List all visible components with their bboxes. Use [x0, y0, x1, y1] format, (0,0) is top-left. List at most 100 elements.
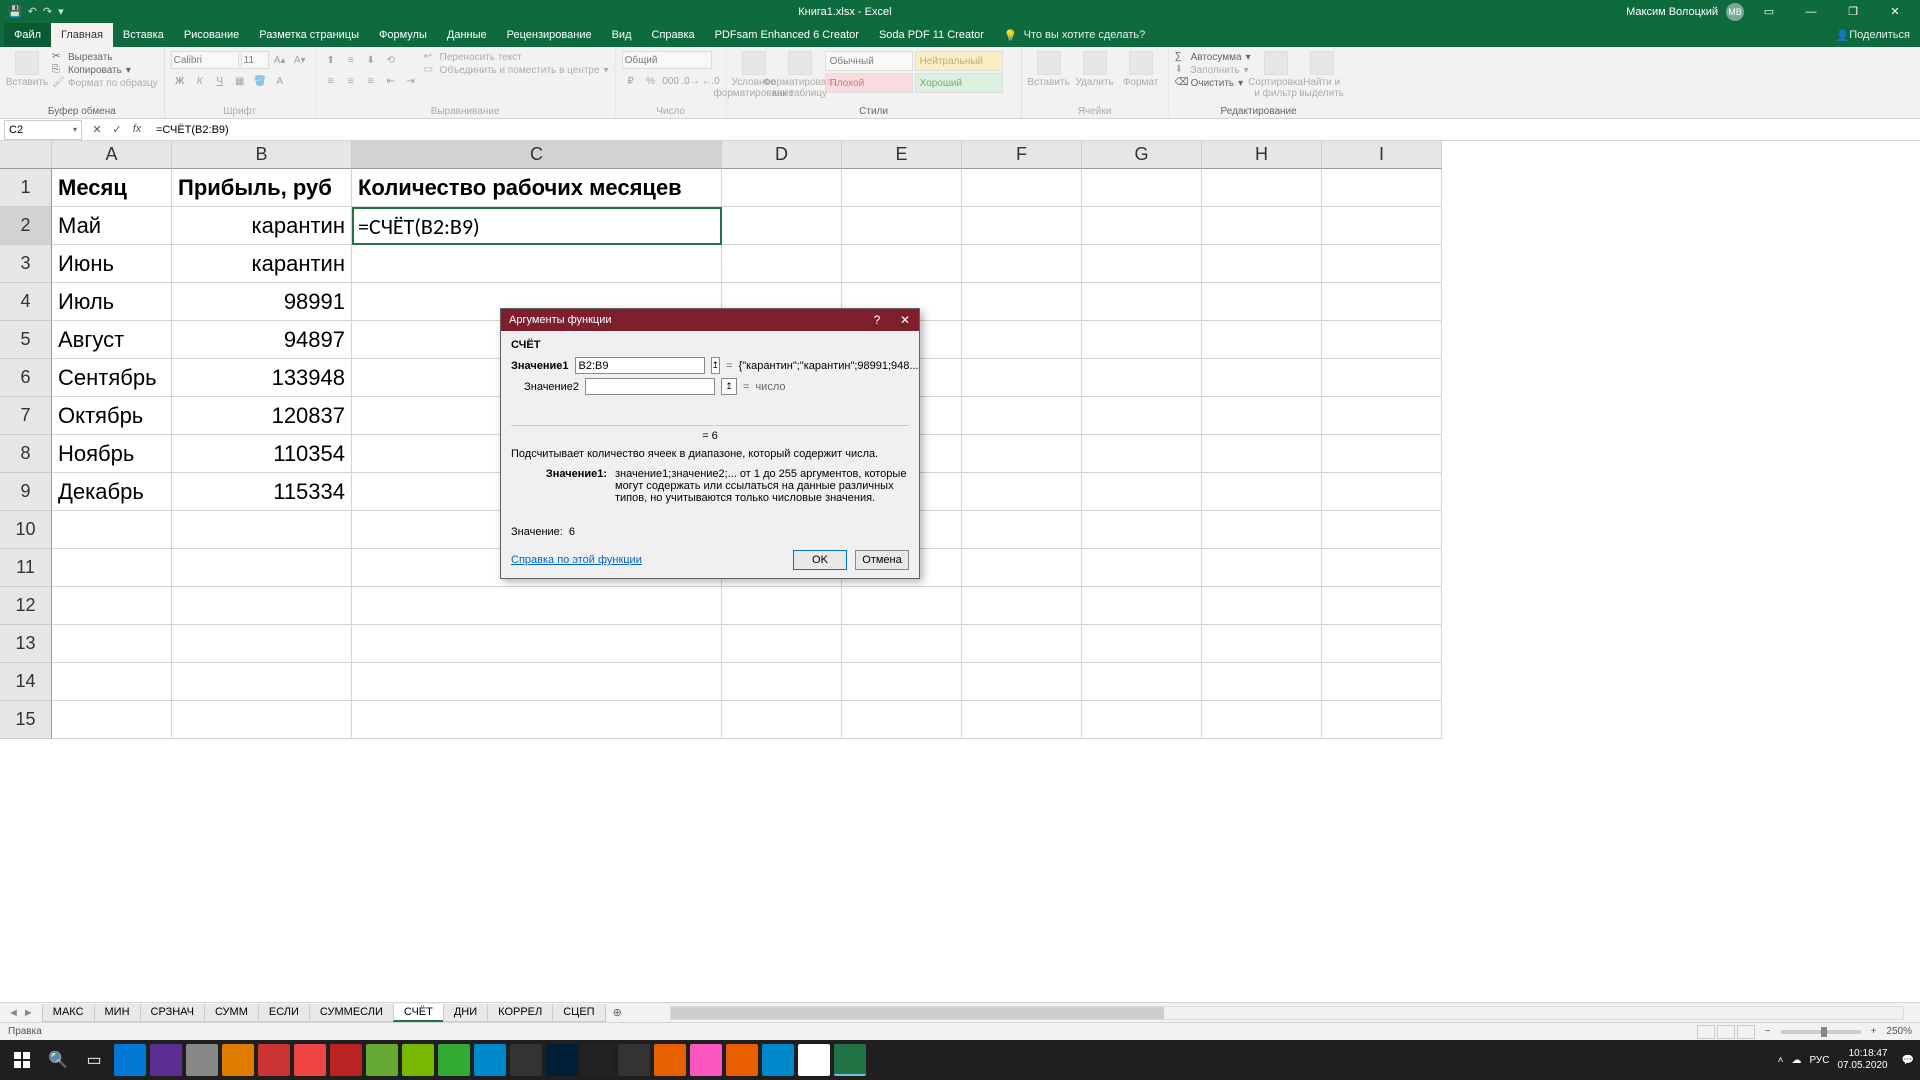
cell-D3[interactable]: [722, 245, 842, 283]
taskbar-app-5[interactable]: [258, 1044, 290, 1076]
cell-B7[interactable]: 120837: [172, 397, 352, 435]
cell-E15[interactable]: [842, 701, 962, 739]
percent-button[interactable]: %: [642, 72, 660, 90]
tray-chevron-icon[interactable]: ˄: [1778, 1055, 1784, 1066]
col-header-C[interactable]: C: [352, 141, 722, 169]
row-header-1[interactable]: 1: [0, 169, 52, 207]
align-right-button[interactable]: ≡: [362, 72, 380, 90]
row-header-9[interactable]: 9: [0, 473, 52, 511]
cell-G7[interactable]: [1082, 397, 1202, 435]
tab-формулы[interactable]: Формулы: [369, 23, 437, 47]
bold-button[interactable]: Ж: [171, 72, 189, 90]
row-header-11[interactable]: 11: [0, 549, 52, 587]
horizontal-scrollbar[interactable]: [670, 1006, 1904, 1020]
cell-I5[interactable]: [1322, 321, 1442, 359]
cell-H4[interactable]: [1202, 283, 1322, 321]
undo-icon[interactable]: ↶: [28, 5, 37, 18]
tab-pdfsam-enhanced-6-creator[interactable]: PDFsam Enhanced 6 Creator: [705, 23, 869, 47]
cell-H10[interactable]: [1202, 511, 1322, 549]
col-header-B[interactable]: B: [172, 141, 352, 169]
cell-E12[interactable]: [842, 587, 962, 625]
cell-B10[interactable]: [172, 511, 352, 549]
tab-разметка-страницы[interactable]: Разметка страницы: [249, 23, 369, 47]
dialog-cancel-button[interactable]: Отмена: [855, 550, 909, 570]
font-color-button[interactable]: A: [271, 72, 289, 90]
cell-F4[interactable]: [962, 283, 1082, 321]
cut-button[interactable]: ✂Вырезать: [52, 51, 158, 63]
cell-H15[interactable]: [1202, 701, 1322, 739]
cell-H5[interactable]: [1202, 321, 1322, 359]
col-header-E[interactable]: E: [842, 141, 962, 169]
row-header-15[interactable]: 15: [0, 701, 52, 739]
cell-F12[interactable]: [962, 587, 1082, 625]
shrink-font-button[interactable]: A▾: [291, 51, 309, 69]
cell-F14[interactable]: [962, 663, 1082, 701]
cell-A7[interactable]: Октябрь: [52, 397, 172, 435]
clear-button[interactable]: ⌫Очистить ▾: [1175, 77, 1251, 89]
cell-G3[interactable]: [1082, 245, 1202, 283]
taskbar-app-11[interactable]: [474, 1044, 506, 1076]
cell-I2[interactable]: [1322, 207, 1442, 245]
cell-A10[interactable]: [52, 511, 172, 549]
row-header-14[interactable]: 14: [0, 663, 52, 701]
taskbar-app-3[interactable]: [186, 1044, 218, 1076]
cell-E13[interactable]: [842, 625, 962, 663]
cell-A15[interactable]: [52, 701, 172, 739]
view-page-layout-button[interactable]: [1717, 1025, 1735, 1039]
share-button[interactable]: 👤 Поделиться: [1836, 23, 1920, 47]
taskbar-app-12[interactable]: [510, 1044, 542, 1076]
insert-cells-button[interactable]: Вставить: [1028, 51, 1070, 88]
cell-G8[interactable]: [1082, 435, 1202, 473]
cell-H2[interactable]: [1202, 207, 1322, 245]
cell-F8[interactable]: [962, 435, 1082, 473]
fill-button[interactable]: ⬇Заполнить ▾: [1175, 64, 1251, 76]
cell-C14[interactable]: [352, 663, 722, 701]
zoom-out-button[interactable]: −: [1765, 1026, 1771, 1037]
comma-button[interactable]: 000: [662, 72, 680, 90]
align-bottom-button[interactable]: ⬇: [362, 51, 380, 69]
dialog-title-bar[interactable]: Аргументы функции ? ✕: [501, 309, 919, 331]
name-box-dropdown-icon[interactable]: ▾: [73, 125, 77, 134]
tab-вставка[interactable]: Вставка: [113, 23, 174, 47]
style-bad[interactable]: Плохой: [825, 73, 913, 93]
cell-H1[interactable]: [1202, 169, 1322, 207]
sheet-tab-СЦЕП[interactable]: СЦЕП: [552, 1004, 605, 1022]
cell-C15[interactable]: [352, 701, 722, 739]
start-button[interactable]: [6, 1044, 38, 1076]
select-all-corner[interactable]: [0, 141, 52, 169]
inc-decimal-button[interactable]: .0→: [682, 72, 700, 90]
cell-H7[interactable]: [1202, 397, 1322, 435]
cell-A6[interactable]: Сентябрь: [52, 359, 172, 397]
font-name-input[interactable]: [171, 51, 239, 69]
minimize-button[interactable]: —: [1794, 0, 1828, 23]
dialog-help-link[interactable]: Справка по этой функции: [511, 554, 642, 566]
autosum-button[interactable]: ∑Автосумма ▾: [1175, 51, 1251, 63]
cell-I13[interactable]: [1322, 625, 1442, 663]
sheet-tab-МИН[interactable]: МИН: [94, 1004, 141, 1022]
cell-F15[interactable]: [962, 701, 1082, 739]
cell-G9[interactable]: [1082, 473, 1202, 511]
taskbar-app-6[interactable]: [294, 1044, 326, 1076]
cell-B4[interactable]: 98991: [172, 283, 352, 321]
cell-E2[interactable]: [842, 207, 962, 245]
cell-B12[interactable]: [172, 587, 352, 625]
row-header-2[interactable]: 2: [0, 207, 52, 245]
dialog-ok-button[interactable]: OK: [793, 550, 847, 570]
cell-I14[interactable]: [1322, 663, 1442, 701]
wrap-text-button[interactable]: ↩Переносить текст: [424, 51, 609, 63]
cell-I8[interactable]: [1322, 435, 1442, 473]
arg1-ref-button[interactable]: ↥: [711, 357, 721, 374]
cell-H12[interactable]: [1202, 587, 1322, 625]
cell-H13[interactable]: [1202, 625, 1322, 663]
taskbar-app-20[interactable]: [798, 1044, 830, 1076]
col-header-F[interactable]: F: [962, 141, 1082, 169]
sheet-tab-СУММЕСЛИ[interactable]: СУММЕСЛИ: [309, 1004, 394, 1022]
cell-I7[interactable]: [1322, 397, 1442, 435]
cell-F2[interactable]: [962, 207, 1082, 245]
cell-F10[interactable]: [962, 511, 1082, 549]
col-header-G[interactable]: G: [1082, 141, 1202, 169]
cell-G14[interactable]: [1082, 663, 1202, 701]
tray-clock[interactable]: 10:18:47 07.05.2020: [1837, 1048, 1893, 1072]
row-header-10[interactable]: 10: [0, 511, 52, 549]
cell-C2[interactable]: =СЧЁТ(B2:B9): [352, 207, 722, 245]
